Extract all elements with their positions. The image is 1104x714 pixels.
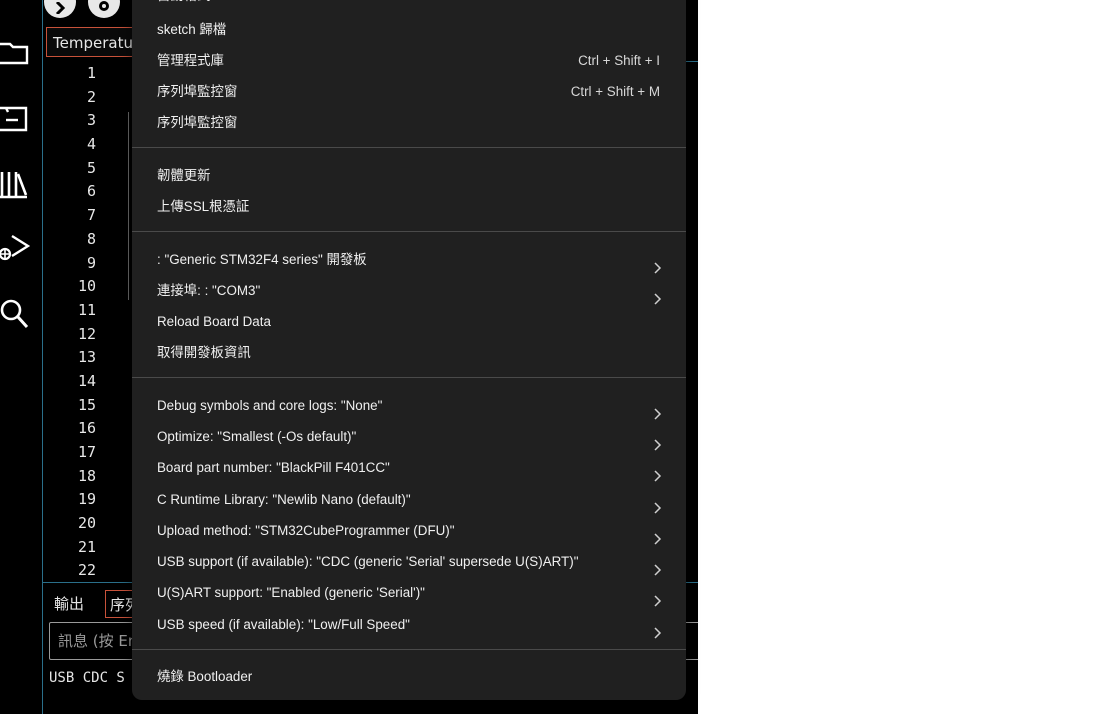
menu-item-board-part-number[interactable]: Board part number: "BlackPill F401CC" <box>157 452 662 483</box>
line-number: 4 <box>86 135 96 154</box>
menu-item-firmware-update[interactable]: 韌體更新 <box>157 160 660 191</box>
menu-item-upload-ssl[interactable]: 上傳SSL根憑証 <box>157 191 660 222</box>
line-number: 6 <box>86 182 96 201</box>
menu-item-port[interactable]: 連接埠: : "COM3" <box>157 275 662 306</box>
line-number: 13 <box>77 348 96 367</box>
menu-separator <box>132 649 686 650</box>
line-number-gutter: 1 2 3 4 5 6 7 8 9 10 11 12 13 14 15 16 1… <box>44 62 130 583</box>
search-icon[interactable] <box>0 294 42 334</box>
line-number: 7 <box>86 206 96 225</box>
upload-icon <box>52 0 68 18</box>
board-icon[interactable] <box>0 98 42 138</box>
menu-item-serial-plotter[interactable]: 序列埠監控窗 <box>157 107 660 138</box>
menu-item-board-info[interactable]: 取得開發板資訊 <box>157 337 660 368</box>
menu-item-usb-speed[interactable]: USB speed (if available): "Low/Full Spee… <box>157 609 662 640</box>
menu-item-burn-bootloader[interactable]: 燒錄 Bootloader <box>157 661 660 692</box>
line-number: 20 <box>77 514 96 533</box>
menu-item-usart-support[interactable]: U(S)ART support: "Enabled (generic 'Seri… <box>157 577 662 608</box>
tab-output[interactable]: 輸出 <box>54 590 84 618</box>
menu-item-auto-format[interactable]: 自動格式Ctrl + T <box>157 0 660 11</box>
tools-menu: 自動格式Ctrl + T sketch 歸檔 管理程式庫Ctrl + Shift… <box>132 0 686 700</box>
line-number: 8 <box>86 229 96 248</box>
line-number: 2 <box>86 87 96 106</box>
library-icon[interactable] <box>0 164 42 204</box>
line-number: 1 <box>86 64 96 82</box>
serial-output-line: USB CDC S <box>49 670 125 686</box>
menu-item-upload-method[interactable]: Upload method: "STM32CubeProgrammer (DFU… <box>157 515 662 546</box>
folder-icon[interactable] <box>0 32 42 72</box>
line-number: 9 <box>86 253 96 272</box>
debugger-icon <box>95 0 113 18</box>
line-number: 19 <box>77 490 96 509</box>
menu-item-serial-monitor[interactable]: 序列埠監控窗 Ctrl + Shift + M <box>157 76 660 107</box>
line-number: 14 <box>77 371 96 390</box>
line-number: 18 <box>77 466 96 485</box>
menu-item-board[interactable]: : "Generic STM32F4 series" 開發板 <box>157 244 662 275</box>
menu-item-debug-symbols[interactable]: Debug symbols and core logs: "None" <box>157 390 662 421</box>
upload-button[interactable] <box>44 0 76 18</box>
menu-separator <box>132 147 686 148</box>
menu-separator <box>132 231 686 232</box>
line-number: 15 <box>77 395 96 414</box>
menu-item-usb-support[interactable]: USB support (if available): "CDC (generi… <box>157 546 662 577</box>
indent-guide <box>128 112 129 300</box>
menu-separator <box>132 377 686 378</box>
line-number: 21 <box>77 537 96 556</box>
menu-item-archive-sketch[interactable]: sketch 歸檔 <box>157 14 660 45</box>
menu-item-c-runtime-library[interactable]: C Runtime Library: "Newlib Nano (default… <box>157 484 662 515</box>
line-number: 11 <box>77 300 96 319</box>
menu-item-optimize[interactable]: Optimize: "Smallest (-Os default)" <box>157 421 662 452</box>
activity-bar <box>0 0 43 714</box>
debugger-button[interactable] <box>88 0 120 18</box>
menu-item-reload-board-data[interactable]: Reload Board Data <box>157 306 660 337</box>
line-number: 22 <box>77 561 96 580</box>
line-number: 16 <box>77 419 96 438</box>
menu-item-manage-libraries[interactable]: 管理程式庫 Ctrl + Shift + I <box>157 45 660 76</box>
tab-output-label: 輸出 <box>54 595 85 613</box>
line-number: 10 <box>77 277 96 296</box>
line-number: 3 <box>86 111 96 130</box>
line-number: 17 <box>77 443 96 461</box>
line-number: 5 <box>86 158 96 177</box>
line-number: 12 <box>77 324 96 343</box>
chevron-right-icon <box>654 619 662 650</box>
debug-icon[interactable] <box>0 228 42 268</box>
tab-bar-border <box>686 61 698 62</box>
